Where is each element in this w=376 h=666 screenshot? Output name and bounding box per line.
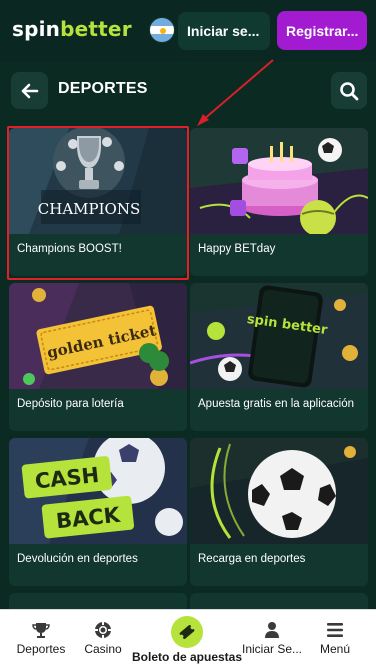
nav-label: Iniciar Se... <box>241 642 303 656</box>
nav-label: Deportes <box>16 642 66 656</box>
nav-item-deportes[interactable]: Deportes <box>12 610 70 666</box>
promo-label: Depósito para lotería <box>17 398 124 410</box>
menu-icon <box>327 623 343 637</box>
highlight-frame <box>7 126 189 280</box>
promo-image-cashback: CASH BACK <box>9 438 187 544</box>
nav-label: Casino <box>84 642 122 656</box>
promo-card-happy-betday[interactable]: Happy BETday <box>190 128 368 276</box>
nav-item-login[interactable]: Iniciar Se... <box>240 610 304 666</box>
chip-icon <box>95 622 111 638</box>
promo-card-lottery[interactable]: golden ticket Depósito para lotería <box>9 283 187 431</box>
nav-item-casino[interactable]: Casino <box>80 610 126 666</box>
promo-card-cashback[interactable]: CASH BACK Devolución en deportes <box>9 438 187 586</box>
ticket-icon <box>179 625 195 639</box>
promo-label: Apuesta gratis en la aplicación <box>198 398 354 410</box>
bottom-navigation: Deportes Casino Boleto de apuestas Inici… <box>0 609 376 666</box>
promo-label: Devolución en deportes <box>17 553 138 565</box>
promo-card-reload[interactable]: Recarga en deportes <box>190 438 368 586</box>
promo-label: Happy BETday <box>198 243 276 255</box>
nav-item-betslip[interactable]: Boleto de apuestas <box>132 610 242 666</box>
nav-label: Boleto de apuestas <box>131 650 243 664</box>
promo-image-app: spin better <box>190 283 368 389</box>
promo-card-app-freebet[interactable]: spin better Apuesta gratis en la aplicac… <box>190 283 368 431</box>
nav-item-menu[interactable]: Menú <box>314 610 356 666</box>
trophy-icon <box>32 623 50 638</box>
promo-image-golden-ticket: golden ticket <box>9 283 187 389</box>
promo-label: Recarga en deportes <box>198 553 306 565</box>
promo-image-happy-betday <box>190 128 368 234</box>
betslip-badge <box>171 616 203 648</box>
promo-image-reload <box>190 438 368 544</box>
user-icon <box>265 622 279 638</box>
nav-label: Menú <box>319 642 351 656</box>
